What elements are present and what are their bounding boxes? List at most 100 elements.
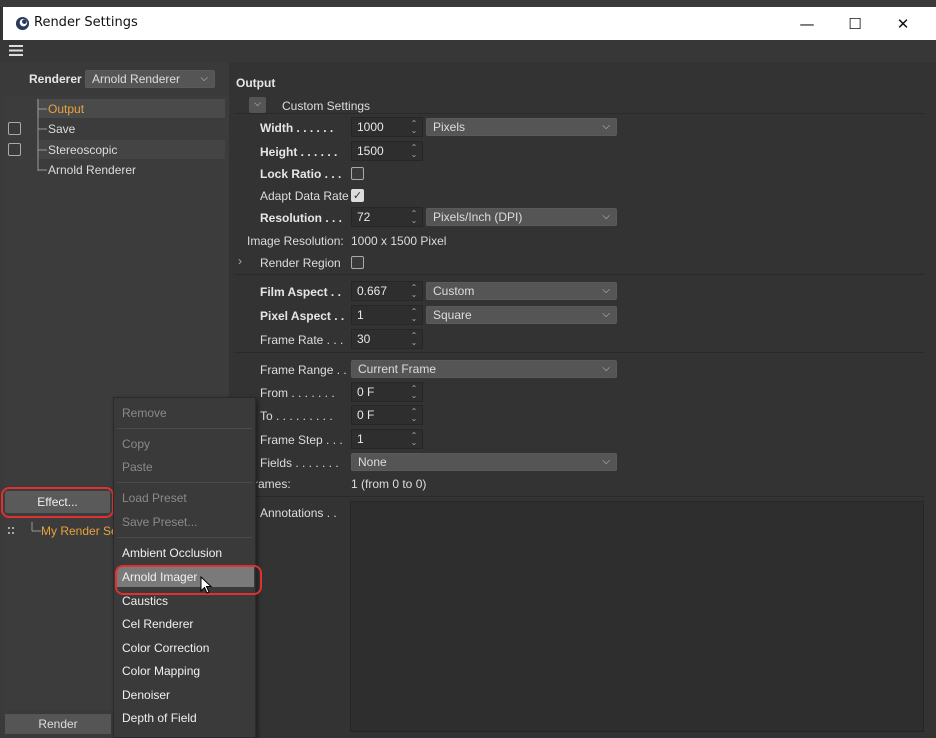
tree-label-output[interactable]: Output bbox=[48, 102, 84, 116]
chevron-down-icon: ⌵ bbox=[602, 456, 610, 467]
mouse-cursor-icon bbox=[200, 576, 213, 594]
frame-range-label: Frame Range . . bbox=[260, 363, 347, 377]
save-enable-checkbox[interactable] bbox=[8, 122, 21, 135]
chevron-down-icon: ⌵ bbox=[602, 363, 610, 374]
frame-step-input[interactable]: 1 ⌃ ⌄ bbox=[351, 429, 423, 449]
divider bbox=[234, 496, 924, 497]
cinema4d-logo-icon bbox=[15, 16, 30, 31]
maximize-button[interactable]: ☐ bbox=[832, 7, 878, 40]
to-input[interactable]: 0 F ⌃ ⌄ bbox=[351, 405, 423, 425]
pixel-aspect-dropdown[interactable]: Square ⌵ bbox=[426, 306, 617, 324]
hamburger-menu-icon[interactable] bbox=[9, 45, 23, 56]
divider bbox=[234, 352, 924, 353]
frame-range-value: Current Frame bbox=[358, 362, 437, 376]
film-aspect-dropdown[interactable]: Custom ⌵ bbox=[426, 282, 617, 300]
menu-item-ambient-occlusion[interactable]: Ambient Occlusion bbox=[122, 546, 222, 560]
my-render-setting[interactable]: My Render Se bbox=[41, 524, 118, 538]
frame-range-dropdown[interactable]: Current Frame ⌵ bbox=[351, 360, 617, 378]
close-button[interactable]: ✕ bbox=[880, 7, 926, 40]
spinner-icon[interactable]: ⌃ ⌄ bbox=[410, 408, 418, 423]
fields-dropdown[interactable]: None ⌵ bbox=[351, 453, 617, 471]
tree-label-stereoscopic[interactable]: Stereoscopic bbox=[48, 143, 117, 157]
chevron-down-icon: ⌵ bbox=[602, 309, 610, 320]
menu-divider bbox=[117, 428, 252, 429]
annotations-textarea[interactable] bbox=[350, 501, 924, 732]
menu-item-remove[interactable]: Remove bbox=[122, 406, 167, 420]
render-setting-button[interactable]: Render bbox=[5, 714, 111, 734]
spinner-icon[interactable]: ⌃ ⌄ bbox=[410, 385, 418, 400]
output-heading: Output bbox=[236, 76, 276, 90]
height-input[interactable]: 1500 ⌃ ⌄ bbox=[351, 141, 423, 161]
tree-label-save[interactable]: Save bbox=[48, 122, 75, 136]
from-input[interactable]: 0 F ⌃ ⌄ bbox=[351, 382, 423, 402]
chevron-down-icon: ⌵ bbox=[602, 211, 610, 222]
spinner-icon[interactable]: ⌃ ⌄ bbox=[410, 120, 418, 135]
film-aspect-label: Film Aspect . . bbox=[260, 285, 341, 299]
width-unit-value: Pixels bbox=[433, 120, 466, 134]
spinner-icon[interactable]: ⌃ ⌄ bbox=[410, 332, 418, 347]
resolution-unit-dropdown[interactable]: Pixels/Inch (DPI) ⌵ bbox=[426, 208, 617, 226]
lock-ratio-label: Lock Ratio . . . bbox=[260, 167, 342, 181]
spinner-icon[interactable]: ⌃ ⌄ bbox=[410, 284, 418, 299]
menu-item-denoiser[interactable]: Denoiser bbox=[122, 688, 170, 702]
outer-frame bbox=[0, 0, 936, 7]
spinner-icon[interactable]: ⌃ ⌄ bbox=[410, 144, 418, 159]
chevron-down-icon: ⌵ bbox=[602, 285, 610, 296]
menu-item-paste[interactable]: Paste bbox=[122, 460, 153, 474]
menu-item-save-preset[interactable]: Save Preset... bbox=[122, 515, 197, 529]
frames-label: rames: bbox=[254, 477, 291, 491]
render-region-checkbox[interactable] bbox=[351, 256, 364, 269]
render-button-label: Render bbox=[38, 717, 78, 731]
renderer-label: Renderer bbox=[29, 72, 82, 86]
menu-divider bbox=[117, 537, 252, 538]
minimize-button[interactable]: — bbox=[784, 7, 830, 40]
spinner-icon[interactable]: ⌃ ⌄ bbox=[410, 210, 418, 225]
width-input[interactable]: 1000 ⌃ ⌄ bbox=[351, 117, 423, 137]
spinner-icon[interactable]: ⌃ ⌄ bbox=[410, 308, 418, 323]
frame-step-value: 1 bbox=[357, 432, 364, 446]
menu-item-color-correction[interactable]: Color Correction bbox=[122, 641, 209, 655]
tree-label-arnold-renderer[interactable]: Arnold Renderer bbox=[48, 163, 136, 177]
chevron-down-icon: ⌵ bbox=[602, 121, 610, 132]
renderer-dropdown[interactable]: Arnold Renderer ⌵ bbox=[85, 70, 215, 88]
lock-ratio-checkbox[interactable] bbox=[351, 167, 364, 180]
menu-item-cel-renderer[interactable]: Cel Renderer bbox=[122, 617, 193, 631]
adapt-data-rate-label: Adapt Data Rate bbox=[260, 189, 349, 203]
annotations-label: Annotations . . bbox=[260, 506, 337, 520]
expand-chevron-icon[interactable]: › bbox=[238, 254, 242, 268]
width-unit-dropdown[interactable]: Pixels ⌵ bbox=[426, 118, 617, 136]
menu-item-copy[interactable]: Copy bbox=[122, 437, 150, 451]
menu-item-load-preset[interactable]: Load Preset bbox=[122, 491, 187, 505]
adapt-data-rate-checkbox[interactable]: ✓ bbox=[351, 189, 364, 202]
spinner-icon[interactable]: ⌃ ⌄ bbox=[410, 432, 418, 447]
title-bar: Render Settings — ☐ ✕ bbox=[3, 7, 936, 40]
menu-divider bbox=[117, 482, 252, 483]
height-label: Height . . . . . . bbox=[260, 145, 338, 159]
from-value: 0 F bbox=[357, 385, 375, 399]
drag-handle-icon[interactable] bbox=[7, 526, 19, 536]
image-resolution-value: 1000 x 1500 Pixel bbox=[351, 234, 447, 248]
fields-label: Fields . . . . . . . bbox=[260, 456, 339, 470]
frame-rate-input[interactable]: 30 ⌃ ⌄ bbox=[351, 329, 423, 349]
stereoscopic-enable-checkbox[interactable] bbox=[8, 143, 21, 156]
film-aspect-preset: Custom bbox=[433, 284, 475, 298]
pixel-aspect-value: 1 bbox=[357, 308, 364, 322]
pixel-aspect-input[interactable]: 1 ⌃ ⌄ bbox=[351, 305, 423, 325]
frame-rate-value: 30 bbox=[357, 332, 371, 346]
tree-line bbox=[31, 522, 41, 532]
film-aspect-value: 0.667 bbox=[357, 284, 388, 298]
film-aspect-input[interactable]: 0.667 ⌃ ⌄ bbox=[351, 281, 423, 301]
resolution-label: Resolution . . . bbox=[260, 211, 343, 225]
window-title: Render Settings bbox=[34, 15, 138, 30]
effect-button[interactable]: Effect... bbox=[5, 491, 110, 513]
collapse-chevron-icon[interactable]: ⌵ bbox=[249, 97, 266, 113]
frame-step-label: Frame Step . . . bbox=[260, 433, 343, 447]
pixel-aspect-label: Pixel Aspect . . bbox=[260, 309, 345, 323]
effect-button-label: Effect... bbox=[37, 495, 78, 509]
menu-item-depth-of-field[interactable]: Depth of Field bbox=[122, 711, 197, 725]
highlight-arnold-imager bbox=[115, 565, 262, 595]
menu-item-caustics[interactable]: Caustics bbox=[122, 594, 168, 608]
resolution-input[interactable]: 72 ⌃ ⌄ bbox=[351, 207, 423, 227]
divider bbox=[234, 113, 924, 114]
menu-item-color-mapping[interactable]: Color Mapping bbox=[122, 664, 200, 678]
